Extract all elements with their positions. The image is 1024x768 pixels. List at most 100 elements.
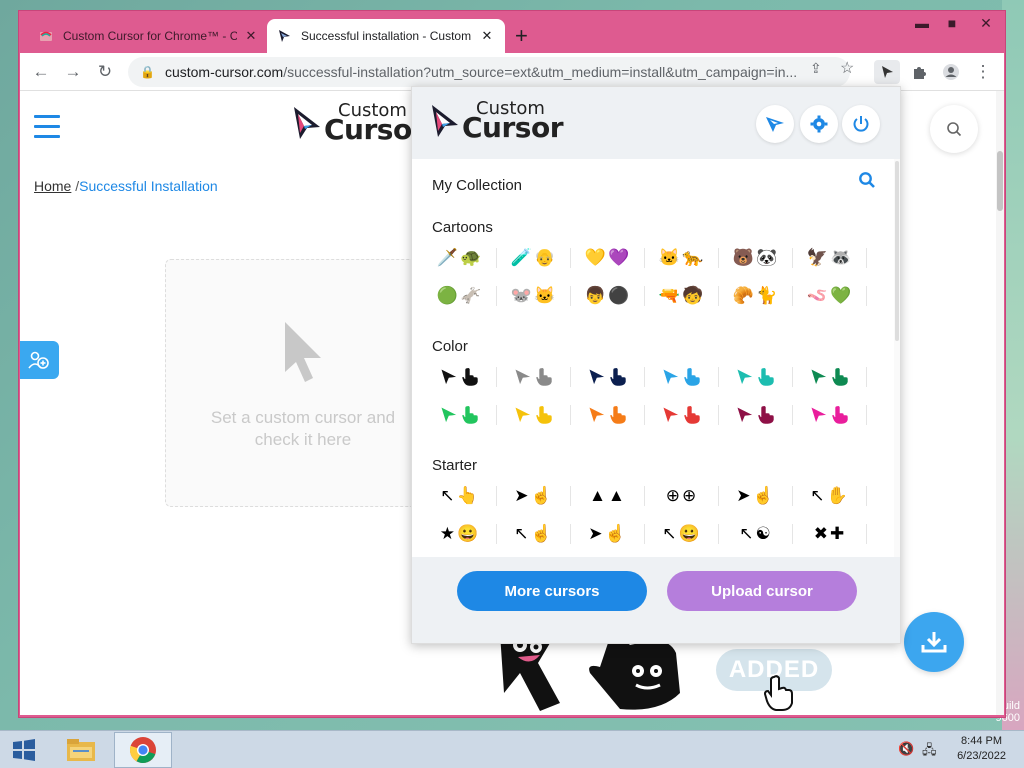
cursor-glyph-icon: 🐼: [756, 248, 778, 267]
start-button[interactable]: [6, 732, 42, 768]
cursor-test-area[interactable]: Set a custom cursor and check it here: [165, 259, 441, 507]
grid-divider: [866, 248, 867, 268]
back-arrow-icon[interactable]: ←: [28, 60, 54, 84]
cursor-pack-color-4[interactable]: [652, 364, 710, 390]
extensions-puzzle-icon[interactable]: [906, 60, 932, 84]
cursor-glyph-icon: 🔫: [658, 286, 680, 305]
bookmark-star-icon[interactable]: ☆: [840, 58, 854, 78]
cursor-mode-button[interactable]: [756, 105, 794, 143]
new-tab-button[interactable]: +: [515, 25, 528, 47]
cursor-pack-starter-9[interactable]: ➤ ☝: [578, 521, 636, 547]
cursor-glyph-icon: ▲: [589, 486, 606, 505]
custom-cursor-extension-icon[interactable]: [874, 60, 900, 84]
volume-muted-icon[interactable]: 🔇: [898, 741, 914, 757]
cursor-pack-cartoons-12[interactable]: 🪱 💚: [800, 283, 858, 309]
cartoon-cursor-illustration: [490, 633, 690, 713]
cursor-pack-starter-7[interactable]: ★ 😀: [430, 521, 488, 547]
cursor-pack-cartoons-10[interactable]: 🔫 🧒: [652, 283, 710, 309]
cursor-pack-cartoons-8[interactable]: 🐭 🐱: [504, 283, 562, 309]
tab-close-icon[interactable]: ✕: [479, 28, 495, 44]
system-clock[interactable]: 8:44 PM 6/23/2022: [957, 734, 1006, 764]
community-button[interactable]: [20, 341, 59, 379]
cursor-pack-cartoons-5[interactable]: 🐻 🐼: [726, 245, 784, 271]
site-search-button[interactable]: [930, 105, 978, 153]
cursor-pack-color-12[interactable]: [800, 402, 858, 428]
cursor-pack-starter-10[interactable]: ↖ 😀: [652, 521, 710, 547]
cursor-pack-starter-3[interactable]: ▲ ▲: [578, 483, 636, 509]
cursor-pack-color-6[interactable]: [800, 364, 858, 390]
cursor-pack-cartoons-7[interactable]: 🟢 🫏: [430, 283, 488, 309]
cursor-pack-starter-2[interactable]: ➤ ☝: [504, 483, 562, 509]
maximize-button[interactable]: ■: [937, 15, 967, 31]
cursor-glyph-icon: 🟢: [436, 286, 458, 305]
cursor-pack-color-5[interactable]: [726, 364, 784, 390]
cursor-pack-starter-4[interactable]: ⊕ ⊕: [652, 483, 710, 509]
cursor-pack-cartoons-6[interactable]: 🦅 🦝: [800, 245, 858, 271]
grid-divider: [718, 286, 719, 306]
file-explorer-button[interactable]: [58, 732, 104, 768]
tab-successful-installation[interactable]: Successful installation - Custom C ✕: [267, 19, 505, 53]
cursor-pack-color-11[interactable]: [726, 402, 784, 428]
cursor-pack-starter-8[interactable]: ↖ ☝: [504, 521, 562, 547]
forward-arrow-icon[interactable]: →: [60, 60, 86, 84]
cursor-pack-color-9[interactable]: [578, 402, 636, 428]
cursor-pack-color-1[interactable]: [430, 364, 488, 390]
reload-icon[interactable]: ↻: [92, 60, 118, 84]
popup-logo: Custom Cursor: [430, 99, 564, 142]
tab-custom-cursor-store[interactable]: Custom Cursor for Chrome™ - Ch ✕: [29, 19, 269, 53]
cursor-pack-starter-11[interactable]: ↖ ☯: [726, 521, 784, 547]
cursor-pack-starter-1[interactable]: ↖ 👆: [430, 483, 488, 509]
cursor-pack-color-8[interactable]: [504, 402, 562, 428]
hand-cursor-icon: [757, 405, 775, 425]
network-icon[interactable]: 🖧: [922, 741, 937, 763]
cursor-pack-cartoons-4[interactable]: 🐱 🐆: [652, 245, 710, 271]
cursor-glyph-icon: 👴: [534, 248, 556, 267]
cursor-pack-color-3[interactable]: [578, 364, 636, 390]
close-window-button[interactable]: ✕: [971, 15, 1001, 32]
address-bar[interactable]: 🔒 custom-cursor.com/successful-installat…: [128, 57, 850, 87]
popup-collection: My Collection Cartoons 🗡️ 🐢 🧪 👴 💛 💜 🐱 🐆 🐻 🐼 🦅 🦝 🟢 🫏 🐭 🐱…: [412, 159, 900, 559]
share-icon[interactable]: ⇪: [810, 60, 822, 77]
cursor-pack-cartoons-11[interactable]: 🥐 🐈: [726, 283, 784, 309]
grid-divider: [718, 248, 719, 268]
breadcrumb-home-link[interactable]: Home: [34, 178, 71, 194]
cursor-glyph-icon: ➤: [736, 486, 751, 505]
chrome-taskbar-button[interactable]: [114, 732, 172, 768]
grid-divider: [570, 405, 571, 425]
windows-logo-icon: [13, 739, 35, 761]
tab-close-icon[interactable]: ✕: [243, 28, 259, 44]
upload-cursor-button[interactable]: Upload cursor: [667, 571, 857, 611]
settings-button[interactable]: [800, 105, 838, 143]
cursor-pack-starter-6[interactable]: ↖ ✋: [800, 483, 858, 509]
popup-footer: More cursors Upload cursor: [412, 557, 900, 643]
cursor-glyph-icon: ☝: [604, 524, 626, 543]
cursor-pack-cartoons-3[interactable]: 💛 💜: [578, 245, 636, 271]
more-cursors-button[interactable]: More cursors: [457, 571, 647, 611]
cursor-pack-color-2[interactable]: [504, 364, 562, 390]
power-button[interactable]: [842, 105, 880, 143]
cursor-glyph-icon: 💛: [584, 248, 606, 267]
cursor-pack-color-10[interactable]: [652, 402, 710, 428]
grid-divider: [866, 405, 867, 425]
cursor-pack-cartoons-2[interactable]: 🧪 👴: [504, 245, 562, 271]
profile-avatar-icon[interactable]: [938, 60, 964, 84]
cursor-pack-starter-12[interactable]: ✖ ✚: [800, 521, 858, 547]
grid-divider: [866, 486, 867, 506]
page-scrollbar[interactable]: [996, 91, 1004, 715]
download-button[interactable]: [904, 612, 964, 672]
folder-icon: [67, 739, 95, 761]
chrome-menu-icon[interactable]: ⋮: [970, 60, 996, 84]
minimize-button[interactable]: ▬: [907, 15, 937, 31]
grid-divider: [496, 405, 497, 425]
popup-scrollbar[interactable]: [894, 159, 900, 559]
cursor-pack-starter-5[interactable]: ➤ ☝: [726, 483, 784, 509]
section-title-cartoons: Cartoons: [432, 219, 493, 236]
collection-search-icon[interactable]: [858, 171, 876, 194]
cursor-pack-color-7[interactable]: [430, 402, 488, 428]
cursor-arrow-icon: [766, 117, 784, 132]
cursor-pack-cartoons-9[interactable]: 👦 ⚫: [578, 283, 636, 309]
hand-cursor-icon: [461, 367, 479, 387]
hamburger-menu-icon[interactable]: [34, 115, 60, 145]
site-logo[interactable]: Custom Cursor: [292, 101, 426, 144]
cursor-pack-cartoons-1[interactable]: 🗡️ 🐢: [430, 245, 488, 271]
